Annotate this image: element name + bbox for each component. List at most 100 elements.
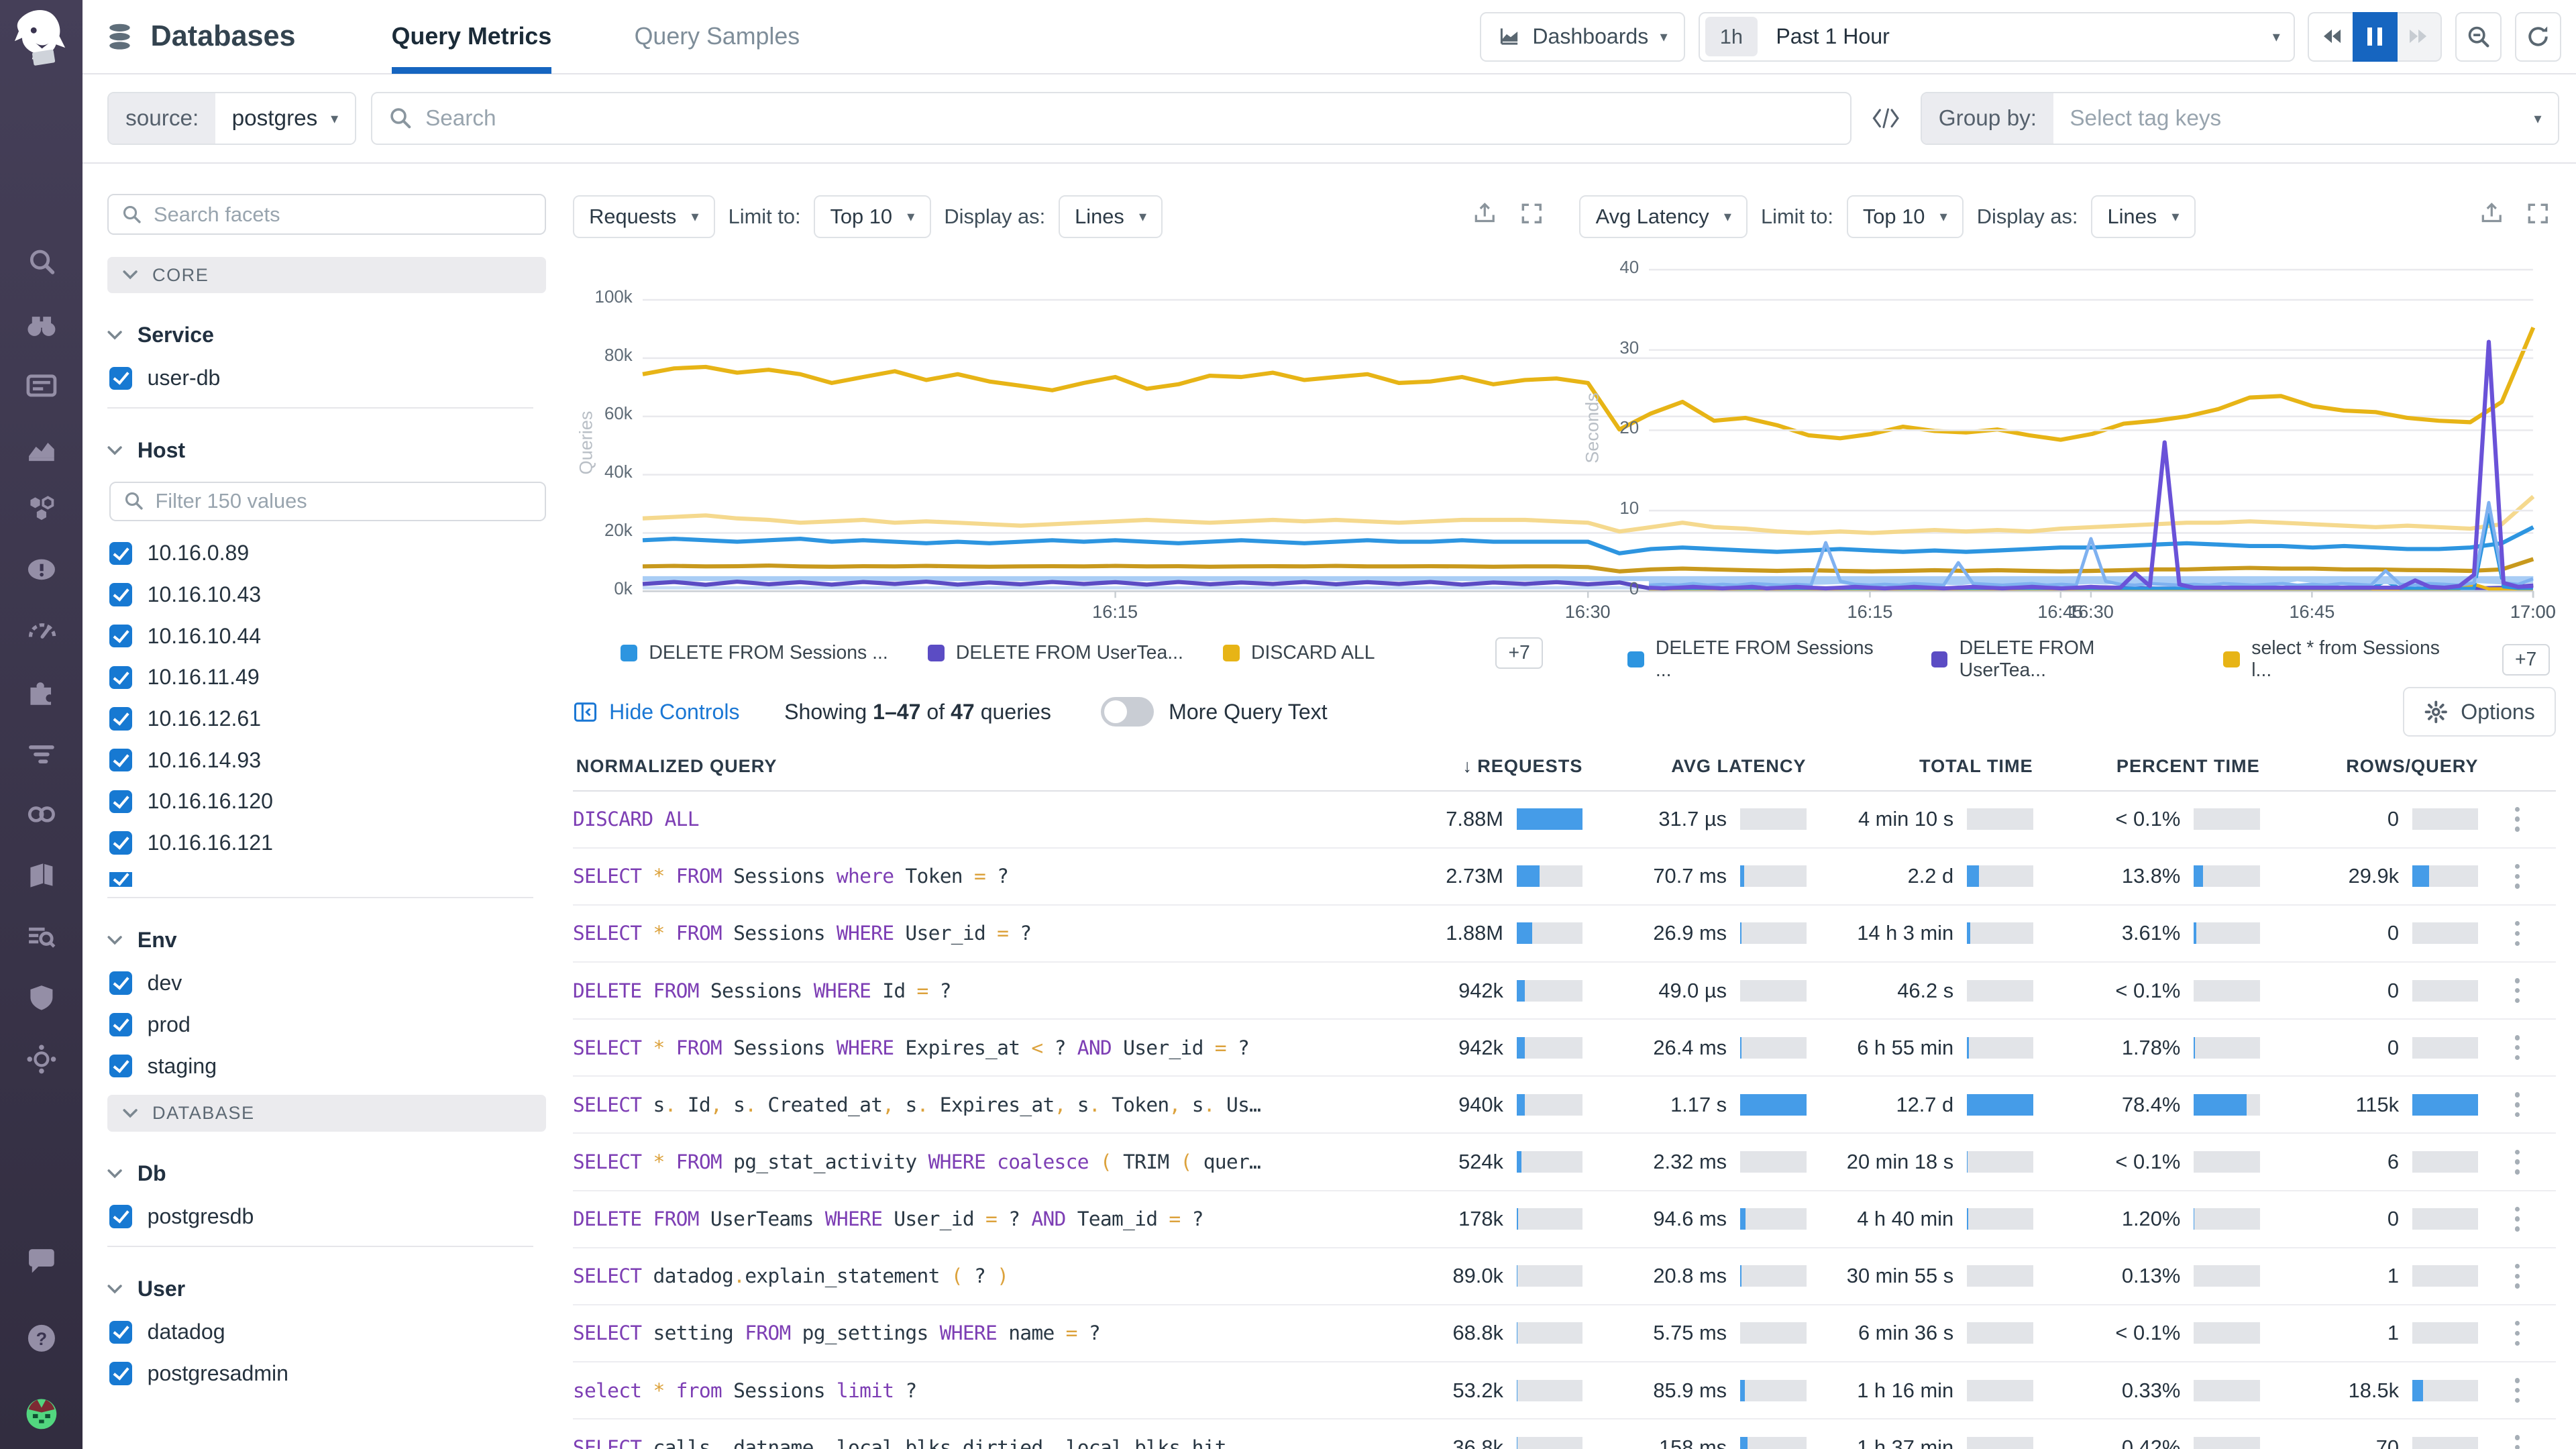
facet-item-prod[interactable]: prod xyxy=(109,1012,547,1037)
table-row[interactable]: SELECT * FROM pg_stat_activity WHERE coa… xyxy=(573,1134,2557,1191)
query-cell[interactable]: SELECT * FROM Sessions WHERE User_id = ? xyxy=(573,922,1358,945)
facet-item-10.16.16.120[interactable]: 10.16.16.120 xyxy=(109,789,547,814)
query-cell[interactable]: SELECT * FROM pg_stat_activity WHERE coa… xyxy=(573,1150,1358,1173)
logs-book-icon[interactable] xyxy=(21,856,61,896)
table-row[interactable]: DELETE FROM UserTeams WHERE User_id = ? … xyxy=(573,1191,2557,1248)
table-row[interactable]: SELECT s. Id, s. Created_at, s. Expires_… xyxy=(573,1077,2557,1134)
limit-select[interactable]: Top 10▾ xyxy=(814,195,930,238)
row-actions-kebab-icon[interactable] xyxy=(2478,1378,2556,1403)
more-query-text-toggle[interactable] xyxy=(1101,697,1154,727)
checkbox-checked[interactable] xyxy=(109,1013,133,1036)
table-row[interactable]: DELETE FROM Sessions WHERE Id = ?942k49.… xyxy=(573,963,2557,1020)
row-actions-kebab-icon[interactable] xyxy=(2478,864,2556,889)
facet-search-input[interactable] xyxy=(154,203,532,227)
row-actions-kebab-icon[interactable] xyxy=(2478,978,2556,1003)
fullscreen-icon[interactable] xyxy=(1520,202,1544,232)
facet-group-title[interactable]: Db xyxy=(107,1161,546,1186)
query-cell[interactable]: SELECT calls, datname, local_blks_dirtie… xyxy=(573,1436,1358,1449)
table-row[interactable]: select * from Sessions limit ?53.2k85.9 … xyxy=(573,1362,2557,1419)
checkbox-checked[interactable] xyxy=(109,625,133,648)
row-actions-kebab-icon[interactable] xyxy=(2478,1435,2556,1449)
query-cell[interactable]: DELETE FROM UserTeams WHERE User_id = ? … xyxy=(573,1208,1358,1230)
chat-feedback-icon[interactable] xyxy=(21,1242,61,1282)
query-cell[interactable]: select * from Sessions limit ? xyxy=(573,1379,1358,1402)
legend-item[interactable]: DISCARD ALL xyxy=(1223,642,1375,664)
facet-item-staging[interactable]: staging xyxy=(109,1054,547,1079)
row-actions-kebab-icon[interactable] xyxy=(2478,807,2556,832)
user-avatar[interactable] xyxy=(21,1395,61,1434)
row-actions-kebab-icon[interactable] xyxy=(2478,1264,2556,1289)
checkbox-checked[interactable] xyxy=(109,1321,133,1344)
table-row[interactable]: SELECT * FROM Sessions WHERE User_id = ?… xyxy=(573,906,2557,963)
table-row[interactable]: SELECT * FROM Sessions WHERE Expires_at … xyxy=(573,1020,2557,1077)
network-map-icon[interactable] xyxy=(21,1040,61,1079)
facet-item-10.16.11.49[interactable]: 10.16.11.49 xyxy=(109,665,547,690)
facet-section-header-core[interactable]: CORE xyxy=(107,257,546,293)
column-header-avg-latency[interactable]: AVG LATENCY xyxy=(1582,755,1806,777)
column-header-rows-per-query[interactable]: ROWS/QUERY xyxy=(2260,755,2479,777)
tab-query-samples[interactable]: Query Samples xyxy=(635,0,800,74)
dashboards-button[interactable]: Dashboards ▾ xyxy=(1480,12,1686,62)
table-row[interactable]: DISCARD ALL7.88M31.7 µs4 min 10 s< 0.1%0 xyxy=(573,792,2557,849)
help-question-icon[interactable]: ? xyxy=(21,1318,61,1358)
facet-item-postgresadmin[interactable]: postgresadmin xyxy=(109,1361,547,1386)
query-cell[interactable]: SELECT setting FROM pg_settings WHERE na… xyxy=(573,1322,1358,1344)
tab-query-metrics[interactable]: Query Metrics xyxy=(392,0,552,74)
fullscreen-icon[interactable] xyxy=(2526,202,2550,232)
hide-controls-button[interactable]: Hide Controls xyxy=(573,700,740,724)
events-list-icon[interactable] xyxy=(21,366,61,405)
query-cell[interactable]: DELETE FROM Sessions WHERE Id = ? xyxy=(573,979,1358,1002)
checkbox-checked[interactable] xyxy=(109,367,133,390)
ci-chain-icon[interactable] xyxy=(21,794,61,834)
checkbox-checked[interactable] xyxy=(109,583,133,606)
export-icon[interactable] xyxy=(1473,202,1497,232)
legend-item[interactable]: DELETE FROM Sessions ... xyxy=(621,642,888,664)
search-icon[interactable] xyxy=(21,244,61,283)
datadog-logo[interactable] xyxy=(8,5,74,78)
facet-item-10.16.12.61[interactable]: 10.16.12.61 xyxy=(109,706,547,731)
checkbox-checked[interactable] xyxy=(109,831,133,855)
row-actions-kebab-icon[interactable] xyxy=(2478,1321,2556,1346)
checkbox-checked[interactable] xyxy=(109,707,133,731)
row-actions-kebab-icon[interactable] xyxy=(2478,1150,2556,1175)
facet-item-10.16.10.44[interactable]: 10.16.10.44 xyxy=(109,624,547,649)
facet-item-user-db[interactable]: user-db xyxy=(109,366,547,390)
security-shield-icon[interactable] xyxy=(21,978,61,1018)
query-cell[interactable]: SELECT datadog.explain_statement ( ? ) xyxy=(573,1265,1358,1287)
table-row[interactable]: SELECT datadog.explain_statement ( ? )89… xyxy=(573,1248,2557,1305)
log-explorer-icon[interactable] xyxy=(21,917,61,957)
display-select[interactable]: Lines▾ xyxy=(1059,195,1163,238)
export-icon[interactable] xyxy=(2480,202,2504,232)
facet-section-header-database[interactable]: DATABASE xyxy=(107,1095,546,1131)
facet-item-10.16.14.93[interactable]: 10.16.14.93 xyxy=(109,748,547,773)
infrastructure-hexagons-icon[interactable] xyxy=(21,488,61,528)
row-actions-kebab-icon[interactable] xyxy=(2478,1035,2556,1060)
facet-group-title[interactable]: User xyxy=(107,1277,546,1301)
code-icon[interactable] xyxy=(1871,107,1900,130)
row-actions-kebab-icon[interactable] xyxy=(2478,1207,2556,1232)
legend-more-badge[interactable]: +7 xyxy=(2502,644,2550,676)
checkbox-checked[interactable] xyxy=(109,1362,133,1385)
metric-select[interactable]: Requests▾ xyxy=(573,195,715,238)
column-header-total-time[interactable]: TOTAL TIME xyxy=(1807,755,2033,777)
time-range-picker[interactable]: 1h Past 1 Hour ▾ xyxy=(1699,12,2294,62)
legend-item[interactable]: DELETE FROM Sessions ... xyxy=(1627,637,1892,682)
facet-group-title[interactable]: Env xyxy=(107,928,546,953)
integrations-puzzle-icon[interactable] xyxy=(21,672,61,712)
facet-item-postgresdb[interactable]: postgresdb xyxy=(109,1204,547,1229)
query-cell[interactable]: SELECT * FROM Sessions where Token = ? xyxy=(573,865,1358,888)
table-row[interactable]: SELECT * FROM Sessions where Token = ?2.… xyxy=(573,849,2557,906)
facet-item-10.16.16.121[interactable]: 10.16.16.121 xyxy=(109,830,547,855)
legend-item[interactable]: DELETE FROM UserTea... xyxy=(928,642,1183,664)
facet-item-dev[interactable]: dev xyxy=(109,971,547,996)
limit-select[interactable]: Top 10▾ xyxy=(1847,195,1964,238)
facet-item-10.16.10.43[interactable]: 10.16.10.43 xyxy=(109,582,547,607)
search-input[interactable] xyxy=(425,106,1833,131)
column-header-requests[interactable]: ↓REQUESTS xyxy=(1358,755,1583,777)
facet-item-10.16.0.89[interactable]: 10.16.0.89 xyxy=(109,541,547,566)
checkbox-checked[interactable] xyxy=(109,1205,133,1228)
column-header-normalized-query[interactable]: NORMALIZED QUERY xyxy=(573,755,1358,777)
metrics-chart-icon[interactable] xyxy=(21,427,61,467)
time-backward-button[interactable] xyxy=(2308,12,2353,62)
group-by-select[interactable]: Select tag keys▾ xyxy=(2053,93,2559,144)
